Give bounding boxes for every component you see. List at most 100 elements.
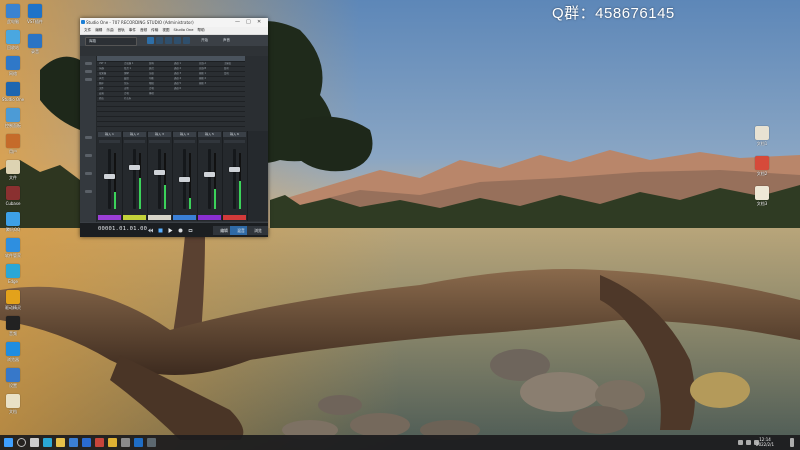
notification-icon[interactable] — [790, 438, 794, 447]
browse-view-button[interactable]: 浏览 — [247, 226, 268, 235]
browser-row[interactable] — [197, 122, 222, 127]
volume-fader[interactable] — [104, 174, 115, 179]
browser-row[interactable] — [97, 122, 122, 127]
channel-input-selector[interactable] — [199, 140, 220, 143]
stop-icon[interactable] — [158, 228, 163, 233]
volume-fader[interactable] — [179, 177, 190, 182]
channel-input-selector[interactable] — [224, 140, 245, 143]
desktop-icon[interactable]: 音频 — [0, 316, 27, 336]
channel-input-selector[interactable] — [174, 140, 195, 143]
taskbar-start-icon[interactable] — [4, 438, 13, 447]
channel-color-label[interactable] — [148, 215, 171, 220]
desktop-icon[interactable]: VST插件 — [21, 4, 49, 24]
desktop-icon[interactable]: 文档3 — [748, 186, 776, 206]
play-icon[interactable] — [168, 228, 173, 233]
desktop-icon[interactable]: 文件 — [0, 160, 27, 180]
desktop-icon[interactable]: 用户 — [0, 134, 27, 154]
channel-color-label[interactable] — [173, 215, 196, 220]
inspector-row[interactable] — [85, 154, 92, 157]
minimize-button[interactable]: — — [235, 18, 240, 27]
channel-name[interactable]: 输入 2 — [123, 132, 146, 137]
desktop-icon[interactable]: Cubase — [0, 186, 27, 206]
channel-input-selector[interactable] — [99, 140, 120, 143]
volume-fader[interactable] — [129, 165, 140, 170]
menu-item[interactable]: 乐曲 — [106, 27, 113, 34]
range-tool-icon[interactable] — [156, 37, 163, 44]
desktop-icon[interactable]: 软件管家 — [0, 238, 27, 258]
inspector-row[interactable] — [85, 78, 92, 81]
fader-track[interactable] — [233, 149, 236, 209]
menu-item[interactable]: 视图 — [162, 27, 169, 34]
taskbar-app-red-icon[interactable] — [95, 438, 104, 447]
browser-row[interactable] — [147, 122, 172, 127]
desktop-icon[interactable]: 录音 — [21, 34, 49, 54]
inspector-row[interactable] — [85, 190, 92, 193]
studio-one-window[interactable]: Studio One - 707 RECORDING STUDIO (Admin… — [80, 18, 268, 237]
browser-row[interactable] — [172, 122, 197, 127]
fader-track[interactable] — [133, 149, 136, 209]
window-titlebar[interactable]: Studio One - 707 RECORDING STUDIO (Admin… — [80, 18, 268, 27]
inspector-row[interactable] — [85, 172, 92, 175]
preset-selector[interactable]: 库路 — [85, 37, 137, 46]
network-icon[interactable] — [738, 440, 743, 445]
taskbar-mail-icon[interactable] — [82, 438, 91, 447]
channel-color-label[interactable] — [198, 215, 221, 220]
channel-name[interactable]: 输入 4 — [173, 132, 196, 137]
channel-name[interactable]: 输入 6 — [223, 132, 246, 137]
taskbar-app-gray-icon[interactable] — [121, 438, 130, 447]
inspector-row[interactable] — [85, 62, 92, 65]
browser-row[interactable] — [222, 122, 247, 127]
desktop-icon[interactable]: 网络 — [0, 56, 27, 76]
taskbar-search-icon[interactable] — [17, 438, 26, 447]
desktop-icon[interactable]: 文档2 — [748, 156, 776, 176]
fader-track[interactable] — [108, 149, 111, 209]
taskbar-explorer-icon[interactable] — [56, 438, 65, 447]
volume-fader[interactable] — [204, 172, 215, 177]
channel-color-label[interactable] — [223, 215, 246, 220]
close-button[interactable]: ✕ — [257, 18, 261, 27]
desktop-icon[interactable]: 浏览器 — [0, 342, 27, 362]
arrow-tool-icon[interactable] — [147, 37, 154, 44]
menu-item[interactable]: 传输 — [151, 27, 158, 34]
taskbar-studio-one-icon[interactable] — [134, 438, 143, 447]
inspector-row[interactable] — [85, 70, 92, 73]
taskbar-edge-icon[interactable] — [43, 438, 52, 447]
taskbar-app-yellow-icon[interactable] — [108, 438, 117, 447]
rewind-icon[interactable] — [148, 228, 153, 233]
menu-item[interactable]: 音频 — [140, 27, 147, 34]
volume-fader[interactable] — [229, 167, 240, 172]
desktop-icon[interactable]: Studio One — [0, 82, 27, 102]
paint-tool-icon[interactable] — [183, 37, 190, 44]
menu-item[interactable]: 帮助 — [197, 27, 204, 34]
desktop-icon[interactable]: 文档1 — [748, 126, 776, 146]
taskbar-task-view-icon[interactable] — [30, 438, 39, 447]
channel-color-label[interactable] — [98, 215, 121, 220]
taskbar-app-dark-icon[interactable] — [147, 438, 156, 447]
desktop-icon[interactable]: 驱动精灵 — [0, 290, 27, 310]
record-icon[interactable] — [178, 228, 183, 233]
volume-fader[interactable] — [154, 170, 165, 175]
eraser-tool-icon[interactable] — [174, 37, 181, 44]
menu-item[interactable]: 事件 — [129, 27, 136, 34]
desktop-icon[interactable]: Edge — [0, 264, 27, 284]
menu-item[interactable]: 音轨 — [118, 27, 125, 34]
desktop-icon[interactable]: 文档 — [0, 394, 27, 414]
split-tool-icon[interactable] — [165, 37, 172, 44]
maximize-button[interactable]: □ — [246, 18, 251, 27]
fader-track[interactable] — [208, 149, 211, 209]
channel-color-label[interactable] — [123, 215, 146, 220]
menu-item[interactable]: Studio One — [174, 27, 194, 34]
channel-name[interactable]: 输入 1 — [98, 132, 121, 137]
browser-row[interactable] — [122, 122, 147, 127]
fader-track[interactable] — [158, 149, 161, 209]
channel-input-selector[interactable] — [124, 140, 145, 143]
desktop-icon[interactable]: 腾讯QQ — [0, 212, 27, 232]
channel-name[interactable]: 输入 3 — [148, 132, 171, 137]
desktop-icon[interactable]: 设置 — [0, 368, 27, 388]
desktop-icon[interactable]: 控制面板 — [0, 108, 27, 128]
inspector-row[interactable] — [85, 136, 92, 139]
menu-item[interactable]: 文件 — [84, 27, 91, 34]
loop-icon[interactable] — [188, 228, 193, 233]
volume-icon[interactable] — [746, 440, 751, 445]
taskbar-store-icon[interactable] — [69, 438, 78, 447]
